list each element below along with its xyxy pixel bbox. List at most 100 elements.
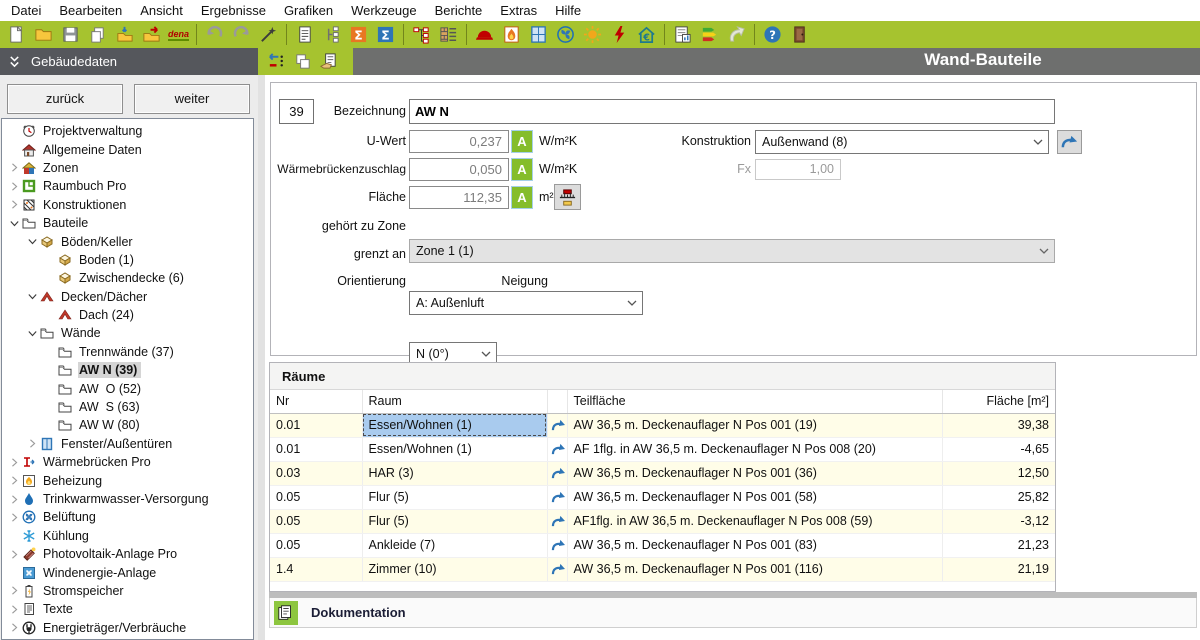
chevron-right-icon[interactable] bbox=[6, 605, 22, 614]
tree-item-aw-o-52[interactable]: AW O (52) bbox=[2, 379, 253, 397]
cell-raum[interactable]: Zimmer (10) bbox=[362, 557, 547, 581]
table-row[interactable]: 0.03HAR (3)AW 36,5 m. Deckenauflager N P… bbox=[270, 461, 1055, 485]
cell-raum[interactable]: Ankleide (7) bbox=[362, 533, 547, 557]
menu-datei[interactable]: Datei bbox=[2, 1, 50, 20]
menu-grafiken[interactable]: Grafiken bbox=[275, 1, 342, 20]
navigate-compare-button[interactable] bbox=[263, 50, 289, 74]
duplicate-element-button[interactable] bbox=[289, 50, 315, 74]
menu-hilfe[interactable]: Hilfe bbox=[546, 1, 590, 20]
tree-item-boden-1[interactable]: Boden (1) bbox=[2, 251, 253, 269]
assign-document-button[interactable] bbox=[315, 50, 341, 74]
dena-logo-button[interactable]: dena bbox=[166, 22, 191, 47]
sidebar-header[interactable]: Gebäudedaten bbox=[0, 48, 258, 75]
sum-blue-button[interactable]: Σ bbox=[373, 22, 398, 47]
cell-flaeche[interactable]: 21,23 bbox=[942, 533, 1055, 557]
tree-item-projektverwaltung[interactable]: Projektverwaltung bbox=[2, 122, 253, 140]
tree-item-wärmebrücken-pro[interactable]: Wärmebrücken Pro bbox=[2, 453, 253, 471]
chevron-right-icon[interactable] bbox=[6, 476, 22, 485]
dokumentation-header[interactable]: Dokumentation bbox=[269, 598, 1197, 628]
cell-raum[interactable]: Essen/Wohnen (1) bbox=[362, 413, 547, 437]
tree-item-photovoltaik-anlage-pro[interactable]: Photovoltaik-Anlage Pro bbox=[2, 545, 253, 563]
tree-item-decken-dächer[interactable]: Decken/Dächer bbox=[2, 288, 253, 306]
chevron-right-icon[interactable] bbox=[24, 439, 40, 448]
wizard-button[interactable] bbox=[256, 22, 281, 47]
cell-nr[interactable]: 1.4 bbox=[270, 557, 362, 581]
archive-pale-button[interactable] bbox=[724, 22, 749, 47]
cell-flaeche[interactable]: 21,19 bbox=[942, 557, 1055, 581]
flaeche-auto-button[interactable]: A bbox=[511, 186, 533, 209]
tree-item-bauteile[interactable]: Bauteile bbox=[2, 214, 253, 232]
cell-nr[interactable]: 0.05 bbox=[270, 509, 362, 533]
energy-certificate-button[interactable] bbox=[697, 22, 722, 47]
export-button[interactable] bbox=[139, 22, 164, 47]
cell-teilflaeche[interactable]: AW 36,5 m. Deckenauflager N Pos 001 (36) bbox=[567, 461, 942, 485]
house-euro-button[interactable]: € bbox=[634, 22, 659, 47]
tree-item-raumbuch-pro[interactable]: Raumbuch Pro bbox=[2, 177, 253, 195]
import-button[interactable] bbox=[112, 22, 137, 47]
chevron-right-icon[interactable] bbox=[6, 182, 22, 191]
chevron-right-icon[interactable] bbox=[6, 200, 22, 209]
cell-raum[interactable]: Flur (5) bbox=[362, 485, 547, 509]
cell-flaeche[interactable]: 39,38 bbox=[942, 413, 1055, 437]
chevron-down-icon[interactable] bbox=[6, 219, 22, 228]
window-button[interactable] bbox=[526, 22, 551, 47]
chevron-right-icon[interactable] bbox=[6, 163, 22, 172]
konstruktion-dropdown[interactable]: Außenwand (8) bbox=[755, 130, 1049, 154]
chevron-down-icon[interactable] bbox=[24, 292, 40, 301]
sum-orange-button[interactable]: Σ bbox=[346, 22, 371, 47]
table-row[interactable]: 0.05Ankleide (7) AW 36,5 m. Deckenauflage… bbox=[270, 533, 1055, 557]
back-button[interactable]: zurück bbox=[7, 84, 123, 114]
grenzt-an-dropdown[interactable]: A: Außenluft bbox=[409, 291, 643, 315]
tree-item-konstruktionen[interactable]: Konstruktionen bbox=[2, 196, 253, 214]
zone-dropdown[interactable]: Zone 1 (1) bbox=[409, 239, 1055, 263]
tree-item-allgemeine-daten[interactable]: Allgemeine Daten bbox=[2, 140, 253, 158]
tree-item-wände[interactable]: Wände bbox=[2, 324, 253, 342]
cell-nr[interactable]: 0.05 bbox=[270, 533, 362, 557]
chevron-down-icon[interactable] bbox=[24, 329, 40, 338]
tree-item-aw-w-80[interactable]: AW W (80) bbox=[2, 416, 253, 434]
open-project-button[interactable] bbox=[31, 22, 56, 47]
electricity-bolt-button[interactable] bbox=[607, 22, 632, 47]
tree-item-texte[interactable]: Texte bbox=[2, 600, 253, 618]
menu-berichte[interactable]: Berichte bbox=[426, 1, 492, 20]
cell-teilflaeche[interactable]: AF1flg. in AW 36,5 m. Deckenauflager N P… bbox=[567, 509, 942, 533]
chevron-right-icon[interactable] bbox=[6, 550, 22, 559]
cell-raum[interactable]: HAR (3) bbox=[362, 461, 547, 485]
tree-item-beheizung[interactable]: Beheizung bbox=[2, 471, 253, 489]
tree-item-energieträger-verbräuche[interactable]: Energieträger/Verbräuche bbox=[2, 619, 253, 637]
report-document-button[interactable] bbox=[292, 22, 317, 47]
tree-item-aw-n-39[interactable]: AW N (39) bbox=[2, 361, 253, 379]
tree-item-böden-keller[interactable]: Böden/Keller bbox=[2, 232, 253, 250]
chevron-right-icon[interactable] bbox=[6, 586, 22, 595]
construction-helmet-button[interactable] bbox=[472, 22, 497, 47]
tree-item-kühlung[interactable]: Kühlung bbox=[2, 527, 253, 545]
tree-item-windenergie-anlage[interactable]: Windenergie-Anlage bbox=[2, 563, 253, 581]
cell-teilflaeche[interactable]: AW 36,5 m. Deckenauflager N Pos 001 (58) bbox=[567, 485, 942, 509]
heating-flame-button[interactable] bbox=[499, 22, 524, 47]
building-elements-list-button[interactable] bbox=[436, 22, 461, 47]
redo-button[interactable] bbox=[229, 22, 254, 47]
menu-ansicht[interactable]: Ansicht bbox=[131, 1, 192, 20]
tree-item-trennwände-37[interactable]: Trennwände (37) bbox=[2, 343, 253, 361]
chevron-down-icon[interactable] bbox=[24, 237, 40, 246]
help-button[interactable]: ? bbox=[760, 22, 785, 47]
menu-werkzeuge[interactable]: Werkzeuge bbox=[342, 1, 426, 20]
new-document-button[interactable] bbox=[4, 22, 29, 47]
tree-item-zwischendecke-6[interactable]: Zwischendecke (6) bbox=[2, 269, 253, 287]
tree-item-dach-24[interactable]: Dach (24) bbox=[2, 306, 253, 324]
tree-item-zonen[interactable]: Zonen bbox=[2, 159, 253, 177]
cell-teilflaeche[interactable]: AW 36,5 m. Deckenauflager N Pos 001 (116… bbox=[567, 557, 942, 581]
menu-bearbeiten[interactable]: Bearbeiten bbox=[50, 1, 131, 20]
cell-flaeche[interactable]: 25,82 bbox=[942, 485, 1055, 509]
cell-flaeche[interactable]: -3,12 bbox=[942, 509, 1055, 533]
save-button[interactable] bbox=[58, 22, 83, 47]
konstruktion-apply-button[interactable] bbox=[1057, 130, 1082, 154]
table-row[interactable]: 0.05Flur (5)AW 36,5 m. Deckenauflager N … bbox=[270, 485, 1055, 509]
table-row[interactable]: 0.05Flur (5)AF1flg. in AW 36,5 m. Decken… bbox=[270, 509, 1055, 533]
exit-door-button[interactable] bbox=[787, 22, 812, 47]
ventilation-fan-button[interactable] bbox=[553, 22, 578, 47]
table-row[interactable]: 0.01Essen/Wohnen (1)AF 1flg. in AW 36,5 … bbox=[270, 437, 1055, 461]
cell-teilflaeche[interactable]: AW 36,5 m. Deckenauflager N Pos 001 (83) bbox=[567, 533, 942, 557]
chevron-right-icon[interactable] bbox=[6, 623, 22, 632]
project-tree-button[interactable] bbox=[409, 22, 434, 47]
